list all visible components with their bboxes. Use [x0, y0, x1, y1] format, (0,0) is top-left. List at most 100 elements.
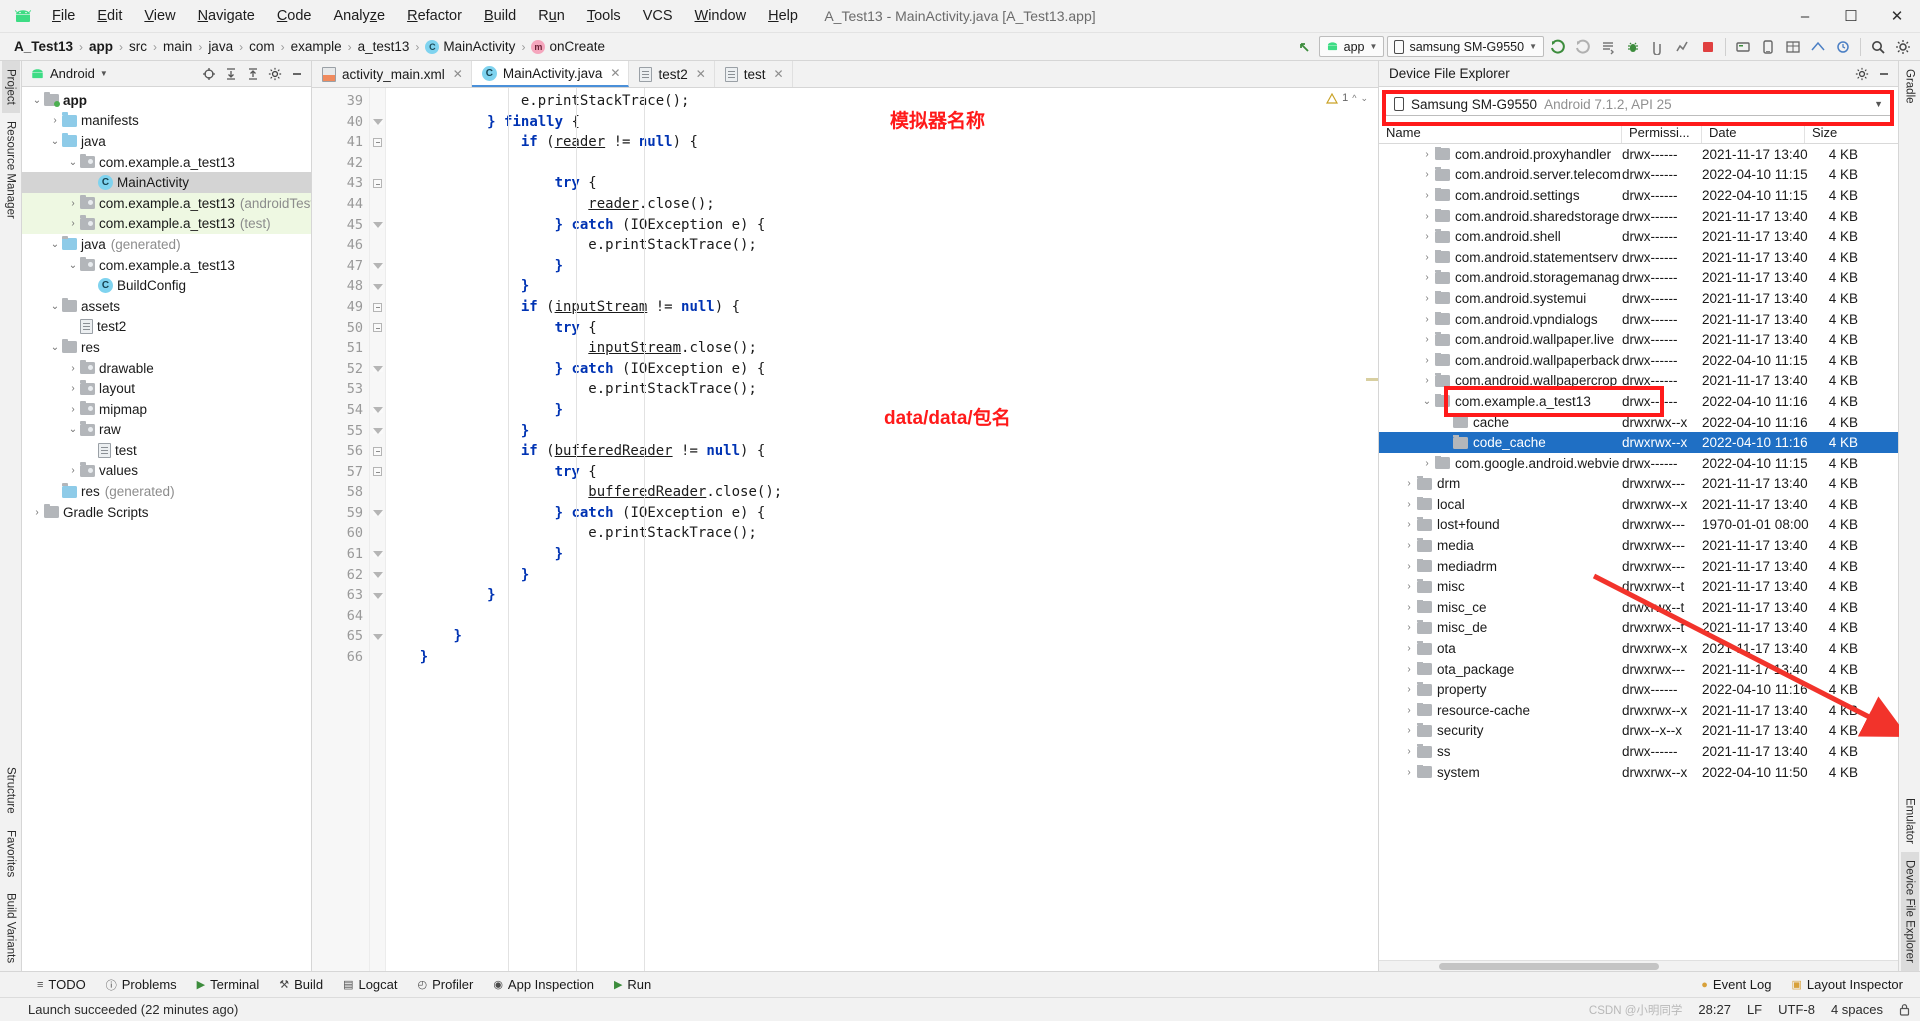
editor-tab-activity-main-xml[interactable]: activity_main.xml ✕ — [312, 61, 472, 87]
fold-marker-icon[interactable] — [372, 118, 383, 125]
line-number[interactable]: 57 — [312, 462, 369, 483]
close-icon[interactable]: ✕ — [610, 66, 620, 80]
project-tree-item[interactable]: › mipmap — [22, 399, 311, 420]
chevron-right-icon[interactable]: › — [1419, 272, 1435, 283]
project-tree-item[interactable]: C BuildConfig — [22, 275, 311, 296]
project-tree-item[interactable]: › com.example.a_test13 (test) — [22, 213, 311, 235]
chevron-right-icon[interactable]: › — [1419, 355, 1435, 366]
device-file-row[interactable]: › com.android.wallpaperback drwx------ 2022… — [1379, 350, 1898, 371]
project-tree-item[interactable]: ⌄ java (generated) — [22, 234, 311, 255]
chevron-down-icon[interactable]: ⌄ — [66, 260, 80, 271]
chevron-right-icon[interactable]: › — [1401, 499, 1417, 510]
device-file-row[interactable]: code_cache drwxrwx--x 2022-04-10 11:16 4 KB — [1379, 432, 1898, 453]
line-number[interactable]: 41 — [312, 132, 369, 153]
fold-row[interactable] — [370, 276, 385, 297]
run-icon[interactable] — [1547, 36, 1569, 58]
breadcrumb-item-src[interactable]: src — [125, 38, 151, 55]
indent-setting[interactable]: 4 spaces — [1831, 1002, 1883, 1017]
tool-window-logcat[interactable]: ▤ Logcat — [334, 975, 406, 994]
line-number[interactable]: 47 — [312, 256, 369, 277]
project-view-selector[interactable]: Android ▼ — [30, 66, 108, 81]
settings-gear-icon[interactable] — [265, 64, 285, 84]
chevron-right-icon[interactable]: › — [1401, 746, 1417, 757]
fold-collapse-icon[interactable] — [373, 302, 382, 312]
chevron-right-icon[interactable]: › — [1401, 478, 1417, 489]
device-manager-icon[interactable] — [1807, 36, 1829, 58]
line-number[interactable]: 48 — [312, 276, 369, 297]
chevron-right-icon[interactable]: › — [1401, 705, 1417, 716]
fold-row[interactable] — [370, 565, 385, 586]
collapse-all-icon[interactable] — [243, 64, 263, 84]
chevron-down-icon[interactable]: ⌄ — [66, 157, 80, 168]
fold-marker-icon[interactable] — [372, 633, 383, 640]
chevron-right-icon[interactable]: › — [48, 115, 62, 126]
line-number[interactable]: 54 — [312, 400, 369, 421]
device-file-row[interactable]: › media drwxrwx--- 2021-11-17 13:40 4 KB — [1379, 535, 1898, 556]
breadcrumb-item-mainactivity[interactable]: C MainActivity — [421, 38, 519, 55]
device-file-row[interactable]: › misc_ce drwxrwx--t 2021-11-17 13:40 4 KB — [1379, 597, 1898, 618]
chevron-right-icon[interactable]: › — [1419, 149, 1435, 160]
fold-marker-icon[interactable] — [372, 221, 383, 228]
menu-edit[interactable]: Edit — [87, 5, 132, 27]
fold-row[interactable] — [370, 400, 385, 421]
breadcrumb-item-java[interactable]: java — [204, 38, 237, 55]
chevron-right-icon[interactable]: › — [1401, 519, 1417, 530]
fold-row[interactable] — [370, 235, 385, 256]
sidebar-item-device-file-explorer[interactable]: Device File Explorer — [1900, 852, 1919, 971]
device-file-row[interactable]: › com.android.sharedstorage drwx------ 2021… — [1379, 206, 1898, 227]
device-file-row[interactable]: › com.android.wallpaper.live drwx------ 202… — [1379, 329, 1898, 350]
chevron-right-icon[interactable]: › — [1419, 169, 1435, 180]
device-file-row[interactable]: › resource-cache drwxrwx--x 2021-11-17 13:4… — [1379, 700, 1898, 721]
menu-tools[interactable]: Tools — [577, 5, 631, 27]
device-file-row[interactable]: › com.android.vpndialogs drwx------ 2021-11… — [1379, 309, 1898, 330]
breadcrumb-item-a-test13[interactable]: A_Test13 — [10, 38, 77, 55]
warning-stripe[interactable] — [1366, 378, 1378, 381]
chevron-right-icon[interactable]: › — [66, 404, 80, 415]
tool-window-terminal[interactable]: ▶ Terminal — [188, 975, 269, 994]
sidebar-item-emulator[interactable]: Emulator — [1901, 790, 1919, 852]
hide-panel-icon[interactable] — [287, 64, 307, 84]
menu-vcs[interactable]: VCS — [633, 5, 683, 27]
project-tree-item[interactable]: › Gradle Scripts — [22, 502, 311, 523]
stop-icon[interactable] — [1697, 36, 1719, 58]
line-number[interactable]: 58 — [312, 482, 369, 503]
device-selector[interactable]: samsung SM-G9550 ▼ — [1387, 36, 1544, 57]
line-number[interactable]: 49 — [312, 297, 369, 318]
inspection-widget[interactable]: 1 ^ ⌄ — [1326, 92, 1368, 104]
device-file-row[interactable]: › lost+found drwxrwx--- 1970-01-01 08:00 4 K… — [1379, 515, 1898, 536]
fold-row[interactable] — [370, 194, 385, 215]
sidebar-item-project[interactable]: Project — [1, 61, 20, 113]
sidebar-item-structure[interactable]: Structure — [2, 759, 20, 822]
search-icon[interactable] — [1867, 36, 1889, 58]
chevron-down-icon[interactable]: ⌄ — [48, 301, 62, 312]
chevron-right-icon[interactable]: › — [1401, 725, 1417, 736]
fold-row[interactable] — [370, 379, 385, 400]
menu-code[interactable]: Code — [267, 5, 322, 27]
chevron-right-icon[interactable]: › — [1419, 314, 1435, 325]
project-tree-item[interactable]: ⌄ com.example.a_test13 — [22, 152, 311, 173]
device-file-row[interactable]: › drm drwxrwx--- 2021-11-17 13:40 4 KB — [1379, 474, 1898, 495]
chevron-right-icon[interactable]: › — [1401, 684, 1417, 695]
close-icon[interactable]: ✕ — [696, 67, 706, 81]
chevron-right-icon[interactable]: › — [30, 507, 44, 518]
chevron-down-icon[interactable]: ⌄ — [66, 424, 80, 435]
chevron-right-icon[interactable]: › — [1401, 767, 1417, 778]
close-button[interactable]: ✕ — [1874, 0, 1920, 32]
menu-build[interactable]: Build — [474, 5, 526, 27]
tool-window-layout-inspector[interactable]: ▣ Layout Inspector — [1782, 975, 1912, 994]
chevron-right-icon[interactable]: › — [1419, 252, 1435, 263]
project-tree-item[interactable]: ⌄ assets — [22, 296, 311, 317]
project-tree-item[interactable]: C MainActivity — [22, 172, 311, 193]
sidebar-item-favorites[interactable]: Favorites — [2, 822, 20, 885]
line-number[interactable]: 60 — [312, 523, 369, 544]
project-tree-item[interactable]: ⌄ app — [22, 90, 311, 111]
line-number[interactable]: 62 — [312, 565, 369, 586]
project-tree-item[interactable]: › layout — [22, 378, 311, 399]
project-tree-item[interactable]: ⌄ res — [22, 337, 311, 358]
bug-icon[interactable] — [1622, 36, 1644, 58]
fold-row[interactable] — [370, 215, 385, 236]
chevron-down-icon[interactable]: ⌄ — [30, 95, 44, 106]
line-number[interactable]: 55 — [312, 421, 369, 442]
line-number[interactable]: 39 — [312, 91, 369, 112]
chevron-right-icon[interactable]: › — [66, 363, 80, 374]
